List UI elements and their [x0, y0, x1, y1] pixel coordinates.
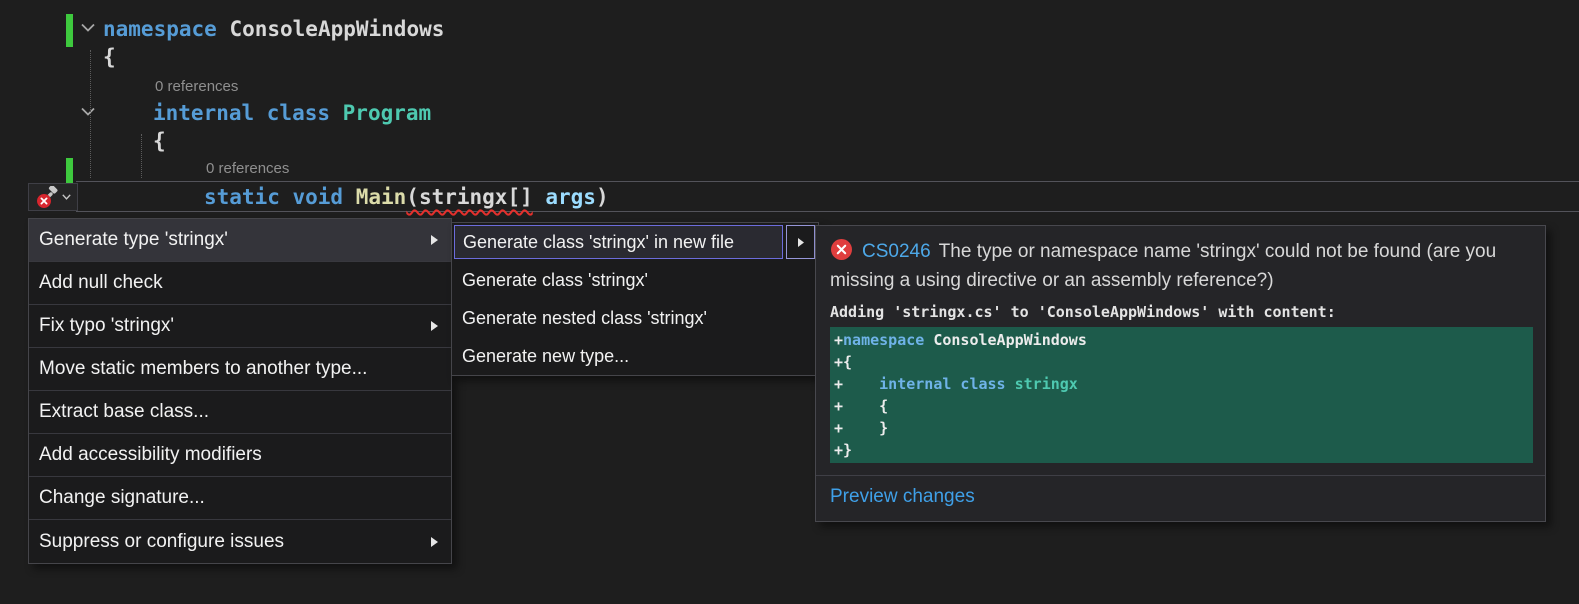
menu-item-label: Move static members to another type... — [39, 358, 439, 380]
error-code-link[interactable]: CS0246 — [862, 241, 931, 262]
menu-item-label: Add accessibility modifiers — [39, 444, 439, 466]
menu-item-suppress-configure-issues[interactable]: Suppress or configure issues — [29, 520, 451, 563]
keyword-static-void: static void — [204, 185, 343, 209]
menu-item-add-null-check[interactable]: Add null check — [29, 262, 451, 305]
error-token-stringx: (stringx[] — [406, 185, 532, 209]
submenu-arrow-icon — [430, 536, 439, 548]
code-line-open-brace[interactable]: { — [103, 44, 116, 70]
menu-item-label: Fix typo 'stringx' — [39, 315, 420, 337]
submenu-item-label: Generate new type... — [462, 346, 629, 367]
quick-actions-button[interactable] — [28, 183, 78, 211]
menu-item-generate-type[interactable]: Generate type 'stringx' — [29, 219, 451, 262]
submenu-arrow-icon — [430, 234, 439, 246]
error-preview-panel: CS0246The type or namespace name 'string… — [815, 225, 1546, 522]
codelens-references[interactable]: 0 references — [155, 78, 238, 95]
diff-line: + internal class stringx — [834, 373, 1529, 395]
namespace-identifier: ConsoleAppWindows — [217, 17, 445, 41]
diff-line: + } — [834, 417, 1529, 439]
change-bar — [66, 158, 73, 185]
menu-item-fix-typo[interactable]: Fix typo 'stringx' — [29, 305, 451, 348]
menu-item-move-static-members[interactable]: Move static members to another type... — [29, 348, 451, 391]
keyword-internal-class: internal class — [153, 101, 330, 125]
codelens-references[interactable]: 0 references — [206, 160, 289, 177]
code-line-open-brace[interactable]: { — [153, 128, 166, 154]
submenu-item-generate-nested-class[interactable]: Generate nested class 'stringx' — [452, 299, 818, 337]
error-message-row: CS0246The type or namespace name 'string… — [816, 226, 1545, 301]
code-line-main-method[interactable]: static void Main(stringx[] args) — [204, 184, 609, 210]
quick-actions-context-menu: Generate type 'stringx' Add null check F… — [28, 218, 452, 564]
open-brace: { — [153, 129, 166, 153]
submenu-arrow-icon — [430, 320, 439, 332]
diff-added-block: +namespace ConsoleAppWindows +{ + intern… — [830, 327, 1533, 463]
error-icon — [830, 238, 853, 261]
fold-chevron-icon[interactable] — [80, 107, 96, 117]
submenu-item-generate-class[interactable]: Generate class 'stringx' — [452, 261, 818, 299]
submenu-item-label: Generate class 'stringx' in new file — [463, 232, 734, 253]
vs-editor-screen: namespace ConsoleAppWindows { 0 referenc… — [0, 0, 1579, 604]
menu-item-label: Suppress or configure issues — [39, 531, 420, 553]
diff-header: Adding 'stringx.cs' to 'ConsoleAppWindow… — [816, 301, 1545, 323]
diff-line: +namespace ConsoleAppWindows — [834, 329, 1529, 351]
submenu-item-generate-new-type[interactable]: Generate new type... — [452, 337, 818, 375]
code-line-namespace[interactable]: namespace ConsoleAppWindows — [103, 16, 444, 42]
submenu-item-label: Generate class 'stringx' — [462, 270, 648, 291]
diff-line: + { — [834, 395, 1529, 417]
keyword-namespace: namespace — [103, 17, 217, 41]
submenu-item-generate-class-new-file[interactable]: Generate class 'stringx' in new file — [452, 223, 818, 261]
menu-item-label: Add null check — [39, 272, 439, 294]
indent-guide — [141, 134, 142, 178]
menu-item-label: Generate type 'stringx' — [39, 229, 420, 251]
menu-item-extract-base-class[interactable]: Extract base class... — [29, 391, 451, 434]
submenu-item-label: Generate nested class 'stringx' — [462, 308, 707, 329]
parameter-args: args — [533, 185, 596, 209]
fold-chevron-icon[interactable] — [80, 23, 96, 33]
change-bar — [66, 14, 73, 47]
preview-changes-link[interactable]: Preview changes — [830, 486, 975, 507]
method-identifier: Main — [343, 185, 406, 209]
selected-submenu-label-box: Generate class 'stringx' in new file — [454, 225, 783, 259]
diff-line: +{ — [834, 351, 1529, 373]
open-brace: { — [103, 45, 116, 69]
preview-changes-row: Preview changes — [816, 475, 1545, 521]
close-paren: ) — [596, 185, 609, 209]
generate-type-submenu: Generate class 'stringx' in new file Gen… — [451, 222, 819, 376]
indent-guide — [90, 50, 91, 178]
diff-line: +} — [834, 439, 1529, 461]
menu-item-change-signature[interactable]: Change signature... — [29, 477, 451, 520]
screwdriver-error-icon — [36, 186, 59, 209]
dropdown-caret-icon — [62, 194, 71, 200]
menu-item-label: Extract base class... — [39, 401, 439, 423]
menu-item-label: Change signature... — [39, 487, 439, 509]
preview-flyout-button[interactable] — [786, 225, 815, 259]
flyout-arrow-icon — [797, 237, 805, 248]
menu-item-add-accessibility-modifiers[interactable]: Add accessibility modifiers — [29, 434, 451, 477]
class-identifier: Program — [330, 101, 431, 125]
code-line-class[interactable]: internal class Program — [153, 100, 431, 126]
